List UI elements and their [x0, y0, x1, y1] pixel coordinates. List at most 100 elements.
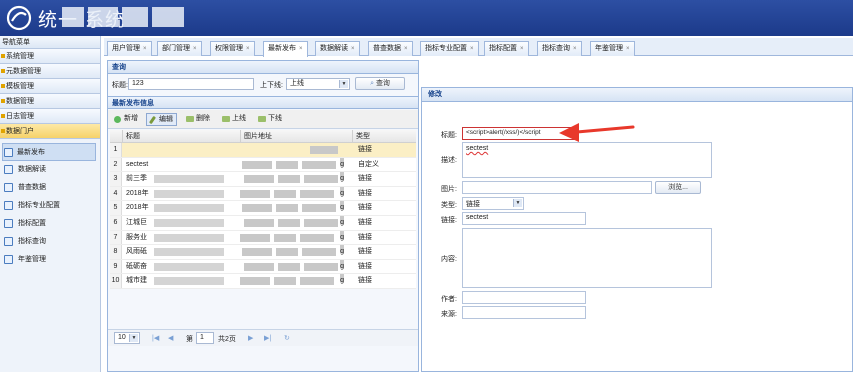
chevron-down-icon[interactable]: ▼	[129, 334, 138, 342]
tab-census[interactable]: 普查数据 ×	[368, 41, 413, 56]
tab-latest[interactable]: 最新发布 ×	[263, 41, 308, 57]
edit-image-input[interactable]	[462, 181, 652, 194]
tab-permissions[interactable]: 权限管理 ×	[210, 41, 255, 56]
edit-link-label: 链接:	[441, 217, 457, 224]
page-size-select[interactable]: 10 ▼	[114, 332, 140, 344]
close-icon[interactable]: ×	[143, 46, 147, 52]
close-icon[interactable]: ×	[573, 46, 577, 52]
cell-title: sectest	[126, 160, 149, 168]
cell-type: 自定义	[358, 160, 379, 168]
edit-content-textarea[interactable]	[462, 228, 712, 288]
table-row[interactable]: 1 链接	[110, 143, 416, 158]
redacted-url-text	[310, 146, 338, 154]
url-suffix: g	[340, 259, 344, 270]
table-row[interactable]: 8 风雨砥 g 链接	[110, 245, 416, 260]
add-button[interactable]: 新增	[112, 113, 141, 126]
url-suffix: g	[340, 245, 344, 255]
page-next-icon[interactable]: ▶	[248, 334, 253, 342]
sidebar-group-metadata[interactable]: 元数据管理	[0, 64, 100, 79]
cell-type: 链接	[358, 277, 372, 285]
sidebar-item-yearbook[interactable]: 年鉴管理	[0, 251, 100, 269]
close-icon[interactable]: ×	[520, 46, 524, 52]
table-row[interactable]: 10 城市建 g 链接	[110, 274, 416, 289]
grid-header-row: 标题 图片地址 类型	[110, 130, 416, 143]
redacted-url-text	[276, 204, 298, 213]
edit-author-input[interactable]	[462, 291, 586, 304]
cell-image-url: g	[240, 274, 344, 286]
table-row[interactable]: 4 2018年 g 链接	[110, 186, 416, 202]
tab-yearbook[interactable]: 年鉴管理 ×	[590, 41, 635, 56]
sidebar-item-indicator-config[interactable]: 指标配置	[0, 215, 100, 233]
page-number-input[interactable]: 1	[196, 332, 214, 344]
table-row[interactable]: 6 江城巨 g 链接	[110, 215, 416, 231]
sidebar-item-indicator-query[interactable]: 指标查询	[0, 233, 100, 251]
tab-indicator-query[interactable]: 指标查询 ×	[537, 41, 582, 56]
sidebar-group-template[interactable]: 模板管理	[0, 79, 100, 94]
query-title-label: 标题:	[112, 82, 128, 89]
folder-icon	[1, 99, 5, 103]
edit-source-label: 来源:	[441, 311, 457, 318]
close-icon[interactable]: ×	[404, 46, 408, 52]
page-first-icon[interactable]: |◀	[152, 334, 159, 342]
column-header-title[interactable]: 标题	[122, 130, 240, 143]
close-icon[interactable]: ×	[470, 46, 474, 52]
page-prev-icon[interactable]: ◀	[168, 334, 173, 342]
table-row[interactable]: 2 sectest g 自定义	[110, 157, 416, 173]
close-icon[interactable]: ×	[246, 46, 250, 52]
chevron-down-icon[interactable]: ▼	[513, 199, 522, 207]
close-icon[interactable]: ×	[193, 46, 197, 52]
column-header-type[interactable]: 类型	[352, 130, 416, 143]
close-icon[interactable]: ×	[351, 46, 355, 52]
cell-title: 城市建	[126, 277, 147, 285]
redacted-url-text	[278, 175, 300, 184]
tab-indicator-config[interactable]: 指标配置 ×	[484, 41, 529, 56]
browse-button[interactable]: 浏览...	[655, 181, 701, 194]
table-row[interactable]: 3 前三季 g 链接	[110, 172, 416, 187]
folder-icon	[1, 114, 5, 118]
cell-image-url: g	[240, 172, 344, 184]
sidebar-item-latest[interactable]: 最新发布	[2, 143, 96, 161]
sidebar-item-indicator-config-pro[interactable]: 指标专业配置	[0, 197, 100, 215]
cell-type: 链接	[358, 218, 372, 226]
tab-departments[interactable]: 部门管理 ×	[157, 41, 202, 56]
online-button[interactable]: 上线	[220, 113, 249, 126]
tab-indicator-config-pro[interactable]: 指标专业配置 ×	[420, 41, 479, 56]
table-row[interactable]: 5 2018年 g 链接	[110, 201, 416, 216]
close-icon[interactable]: ×	[299, 46, 303, 52]
close-icon[interactable]: ×	[626, 46, 630, 52]
cell-title: 江城巨	[126, 218, 147, 226]
sidebar-group-log[interactable]: 日志管理	[0, 109, 100, 124]
redacted-url-text	[278, 262, 300, 271]
folder-icon	[1, 54, 5, 58]
refresh-icon[interactable]: ↻	[284, 334, 290, 342]
edit-button[interactable]: 编辑	[146, 113, 177, 126]
query-title-input[interactable]: 123	[128, 78, 254, 90]
search-button[interactable]: ⌕ 查询	[355, 77, 405, 90]
add-icon	[114, 116, 121, 123]
row-number: 6	[110, 215, 122, 230]
edit-link-input[interactable]: sectest	[462, 212, 586, 225]
sidebar-group-system[interactable]: 系统管理	[0, 49, 100, 64]
query-status-select[interactable]: 上线 ▼	[286, 78, 350, 90]
column-header-image[interactable]: 图片地址	[240, 130, 352, 143]
cell-title: 2018年	[126, 204, 149, 212]
sidebar-group-portal[interactable]: 数据门户	[0, 124, 100, 139]
table-row[interactable]: 9 砥砺奋 g 链接	[110, 259, 416, 275]
tab-users[interactable]: 用户管理 ×	[107, 41, 152, 56]
edit-type-select[interactable]: 链接 ▼	[462, 197, 524, 210]
edit-desc-textarea[interactable]: sectest	[462, 142, 712, 178]
sidebar-title: 导航菜单	[0, 36, 100, 49]
sidebar-group-data[interactable]: 数据管理	[0, 94, 100, 109]
page-last-icon[interactable]: ▶|	[264, 334, 271, 342]
sidebar-item-interpretation[interactable]: 数据解读	[0, 161, 100, 179]
query-status-label: 上下线:	[260, 82, 283, 89]
tab-interpretation[interactable]: 数据解读 ×	[315, 41, 360, 56]
offline-button[interactable]: 下线	[256, 113, 285, 126]
table-row[interactable]: 7 服务业 g 链接	[110, 230, 416, 246]
redacted-url-text	[242, 160, 272, 169]
cell-type: 链接	[358, 248, 372, 256]
sidebar-item-census[interactable]: 普查数据	[0, 179, 100, 197]
edit-source-input[interactable]	[462, 306, 586, 319]
chevron-down-icon[interactable]: ▼	[339, 80, 348, 88]
delete-button[interactable]: 删除	[184, 113, 213, 126]
